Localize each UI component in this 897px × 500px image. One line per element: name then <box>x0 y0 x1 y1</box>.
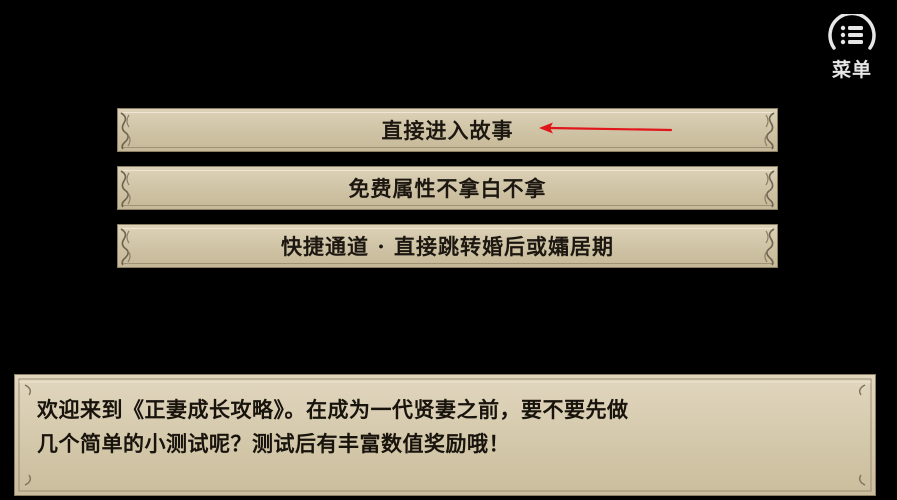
menu-label: 菜单 <box>831 59 872 81</box>
choice-label: 直接进入故事 <box>381 118 514 143</box>
choice-button-free-attributes[interactable]: 免费属性不拿白不拿 <box>117 166 778 210</box>
dialogue-line: 几个简单的小测试呢？测试后有丰富数值奖励哦！ <box>37 431 510 456</box>
dialogue-line: 欢迎来到《正妻成长攻略》。在成为一代贤妻之前，要不要先做 <box>37 397 629 422</box>
corner-ornament-icon <box>764 228 775 266</box>
corner-ornament-icon <box>764 170 775 208</box>
choice-button-shortcut[interactable]: 快捷通道 · 直接跳转婚后或孀居期 <box>117 224 778 268</box>
choice-label: 快捷通道 · 直接跳转婚后或孀居期 <box>281 234 614 259</box>
corner-ornament-icon <box>764 112 775 150</box>
menu-button[interactable]: 菜单 <box>822 11 882 84</box>
dialogue-box[interactable]: 欢迎来到《正妻成长攻略》。在成为一代贤妻之前，要不要先做 几个简单的小测试呢？测… <box>14 374 876 496</box>
choice-button-enter-story[interactable]: 直接进入故事 <box>117 108 778 152</box>
list-icon <box>828 11 876 50</box>
choice-label: 免费属性不拿白不拿 <box>348 176 547 201</box>
dialogue-text: 欢迎来到《正妻成长攻略》。在成为一代贤妻之前，要不要先做 几个简单的小测试呢？测… <box>37 393 837 461</box>
